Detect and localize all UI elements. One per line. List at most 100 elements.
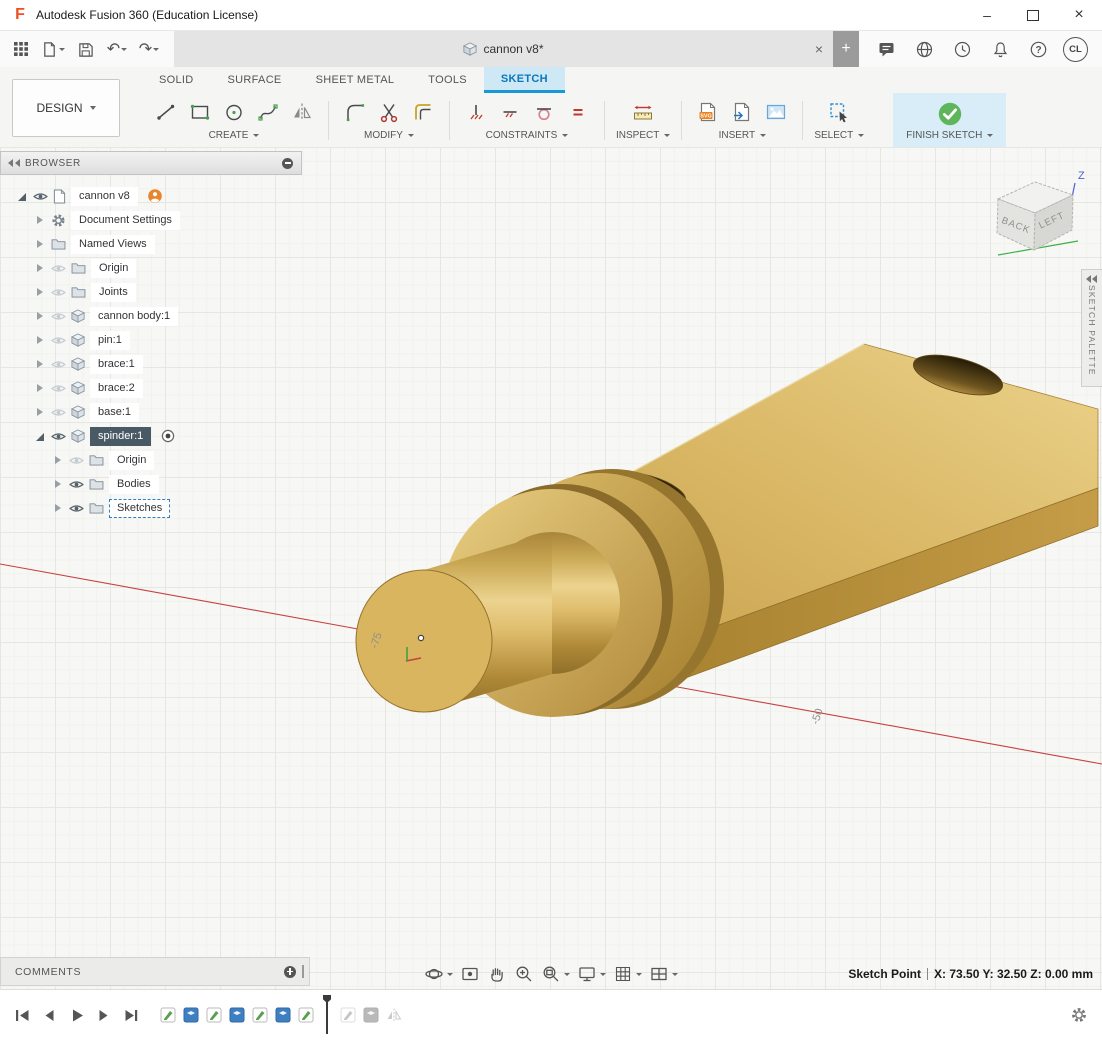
insert-menu[interactable]: INSERT [719, 130, 767, 145]
browser-row-pin-1[interactable]: pin:1 [0, 328, 302, 352]
visibility-eye-icon[interactable] [69, 455, 84, 466]
expander-icon[interactable] [34, 430, 46, 442]
browser-row-named-views[interactable]: Named Views [0, 232, 302, 256]
tool-fillet-button[interactable] [340, 96, 370, 128]
timeline-sketch-feature[interactable] [250, 1005, 270, 1025]
timeline-settings-button[interactable] [1070, 1006, 1102, 1024]
browser-row-spinder-1[interactable]: spinder:1 [0, 424, 302, 448]
browser-item-label[interactable]: base:1 [90, 403, 139, 422]
timeline-mirror-feature-rolled[interactable] [384, 1005, 404, 1025]
timeline-sketch-feature[interactable] [158, 1005, 178, 1025]
zoom-button[interactable] [514, 964, 534, 984]
browser-item-label[interactable]: Document Settings [71, 211, 180, 230]
tab-close-icon[interactable]: × [815, 42, 823, 56]
activate-component-radio[interactable] [161, 429, 175, 443]
timeline-component-feature[interactable] [181, 1005, 201, 1025]
file-menu-button[interactable] [40, 36, 66, 62]
constraints-menu[interactable]: CONSTRAINTS [486, 130, 569, 145]
look-at-button[interactable] [460, 964, 480, 984]
browser-item-label[interactable]: Origin [109, 451, 154, 470]
tool-mirror-button[interactable] [287, 96, 317, 128]
visibility-eye-icon[interactable] [69, 479, 84, 490]
insert-svg-button[interactable]: SVG [693, 96, 723, 128]
visibility-eye-icon[interactable] [51, 359, 66, 370]
visibility-eye-icon[interactable] [51, 407, 66, 418]
collapse-chevrons-icon[interactable] [8, 159, 21, 167]
app-grid-button[interactable] [8, 36, 34, 62]
browser-item-label[interactable]: brace:1 [90, 355, 143, 374]
new-tab-button[interactable]: + [833, 31, 859, 67]
model-spindle[interactable] [356, 344, 1098, 717]
viewport[interactable]: -75 -50 BROWSER cannon v8 [0, 147, 1102, 990]
timeline-component-feature[interactable] [273, 1005, 293, 1025]
expander-icon[interactable] [16, 190, 28, 202]
tab-solid[interactable]: SOLID [142, 67, 211, 93]
browser-row-base-1[interactable]: base:1 [0, 400, 302, 424]
go-to-start-button[interactable] [10, 1003, 34, 1027]
timeline-component-feature[interactable] [227, 1005, 247, 1025]
browser-item-label[interactable]: cannon v8 [71, 187, 138, 206]
comments-button[interactable] [873, 36, 899, 62]
add-comment-icon[interactable] [284, 966, 296, 978]
visibility-eye-icon[interactable] [69, 503, 84, 514]
timeline-sketch-feature[interactable] [296, 1005, 316, 1025]
sketch-point[interactable] [418, 635, 423, 640]
browser-row-origin[interactable]: Origin [0, 256, 302, 280]
tool-trim-button[interactable] [374, 96, 404, 128]
comments-bar[interactable]: COMMENTS [0, 957, 310, 986]
grid-snap-button[interactable] [613, 964, 642, 984]
browser-row-brace-1[interactable]: brace:1 [0, 352, 302, 376]
browser-item-label[interactable]: Origin [91, 259, 136, 278]
expander-icon[interactable] [34, 382, 46, 394]
close-button[interactable]: × [1056, 0, 1102, 30]
tool-circle-button[interactable] [219, 96, 249, 128]
browser-row-cannon-v8[interactable]: cannon v8 [0, 184, 302, 208]
expander-icon[interactable] [34, 358, 46, 370]
save-button[interactable] [72, 36, 98, 62]
tool-rectangle-button[interactable] [185, 96, 215, 128]
tool-select-button[interactable] [824, 96, 854, 128]
workspace-selector[interactable]: DESIGN [12, 79, 120, 137]
expander-icon[interactable] [52, 454, 64, 466]
browser-item-label[interactable]: Joints [91, 283, 136, 302]
modify-menu[interactable]: MODIFY [364, 130, 414, 145]
play-button[interactable] [64, 1003, 88, 1027]
constraint-tangent-button[interactable] [529, 96, 559, 128]
step-forward-button[interactable] [91, 1003, 115, 1027]
step-back-button[interactable] [37, 1003, 61, 1027]
tab-sketch[interactable]: SKETCH [484, 67, 565, 93]
browser-item-label[interactable]: spinder:1 [90, 427, 151, 446]
visibility-eye-icon[interactable] [51, 335, 66, 346]
visibility-eye-icon[interactable] [51, 287, 66, 298]
help-button[interactable]: ? [1025, 36, 1051, 62]
browser-item-label[interactable]: Named Views [71, 235, 155, 254]
fit-button[interactable] [541, 964, 570, 984]
notifications-button[interactable] [987, 36, 1013, 62]
browser-row-cannon-body-1[interactable]: cannon body:1 [0, 304, 302, 328]
tab-tools[interactable]: TOOLS [411, 67, 484, 93]
expander-icon[interactable] [34, 214, 46, 226]
undo-button[interactable]: ↶ [104, 36, 130, 62]
visibility-eye-icon[interactable] [51, 383, 66, 394]
tab-sheet-metal[interactable]: SHEET METAL [299, 67, 412, 93]
browser-header[interactable]: BROWSER [0, 151, 302, 175]
minimize-button[interactable]: – [964, 0, 1010, 30]
timeline-component-feature-rolled[interactable] [361, 1005, 381, 1025]
browser-item-label[interactable]: Bodies [109, 475, 159, 494]
document-tab[interactable]: cannon v8* [463, 42, 543, 56]
insert-canvas-button[interactable] [761, 96, 791, 128]
tool-spline-button[interactable] [253, 96, 283, 128]
web-button[interactable] [911, 36, 937, 62]
display-options-icon[interactable] [282, 158, 293, 169]
visibility-eye-icon[interactable] [51, 311, 66, 322]
timeline-sketch-feature-rolled[interactable] [338, 1005, 358, 1025]
constraint-equal-button[interactable] [563, 96, 593, 128]
drag-grip[interactable] [302, 965, 304, 978]
constraint-midpoint-button[interactable] [495, 96, 525, 128]
browser-row-brace-2[interactable]: brace:2 [0, 376, 302, 400]
browser-row-joints[interactable]: Joints [0, 280, 302, 304]
insert-dxf-button[interactable] [727, 96, 757, 128]
timeline-position-marker[interactable] [322, 995, 332, 1035]
maximize-button[interactable] [1010, 0, 1056, 30]
tool-offset-button[interactable] [408, 96, 438, 128]
